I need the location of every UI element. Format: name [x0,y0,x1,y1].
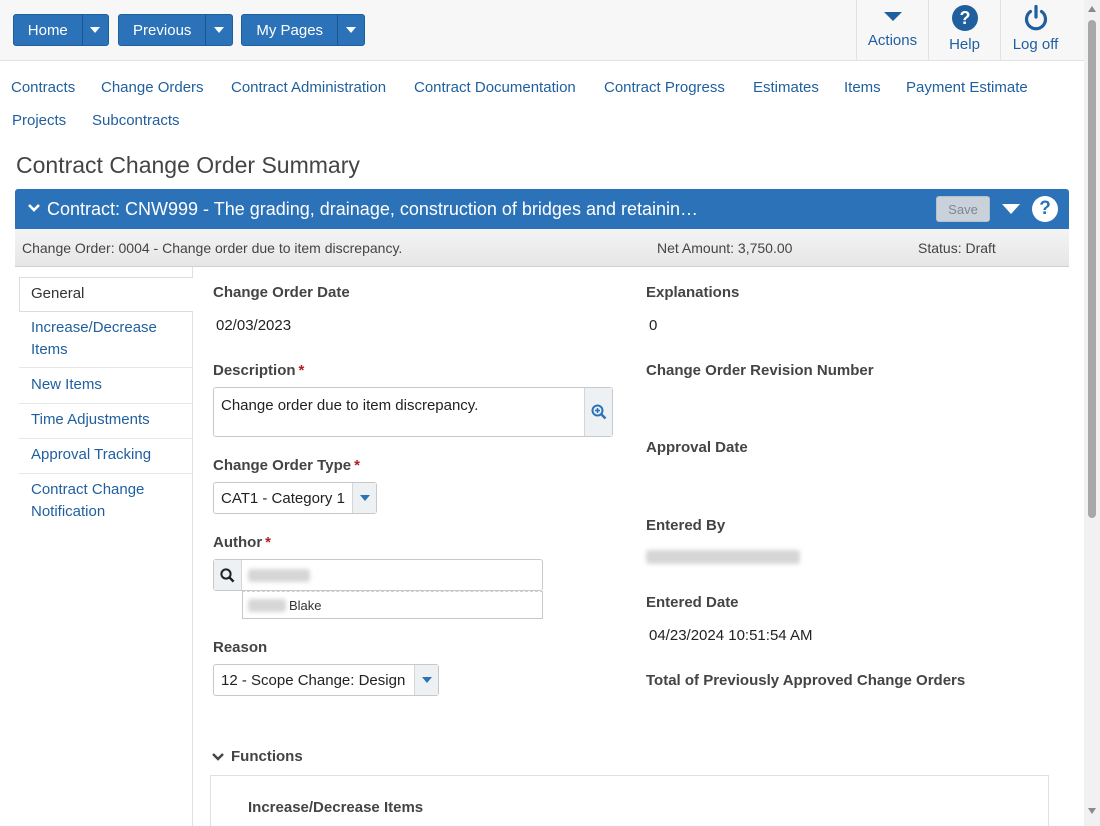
help-icon: ? [951,5,978,31]
reason-select[interactable]: 12 - Scope Change: Design [213,664,439,696]
change-order-type-select[interactable]: CAT1 - Category 1 [213,482,377,514]
explanations-value: 0 [649,317,658,334]
change-order-text: Change Order: 0004 - Change order due to… [22,240,403,256]
entered-date-label: Entered Date [646,594,739,611]
home-button[interactable]: Home [14,15,83,45]
mypages-menu-chevron-icon[interactable] [338,15,364,45]
actions-caret-icon [883,12,902,21]
bar-menu-caret-icon[interactable] [1002,204,1020,214]
tab-contract-change-notification[interactable]: Contract Change Notification [19,479,193,523]
save-button[interactable]: Save [936,196,990,222]
scrollbar-thumb[interactable] [1088,20,1096,518]
functions-heading: Functions [231,748,303,765]
power-icon [1024,4,1047,31]
redacted-entered-by [646,550,800,564]
nav-contracts[interactable]: Contracts [11,79,75,96]
description-textarea[interactable]: Change order due to item discrepancy. [213,387,613,437]
actions-button[interactable]: Actions [856,0,928,61]
description-label: Description * [213,362,304,379]
change-order-type-label-text: Change Order Type [213,457,352,474]
reason-value: 12 - Scope Change: Design [221,672,406,689]
nav-contract-documentation[interactable]: Contract Documentation [414,79,576,96]
net-amount-text: Net Amount: 3,750.00 [657,240,793,256]
author-label: Author * [213,534,271,551]
reason-label: Reason [213,639,268,656]
previous-split-button[interactable]: Previous [118,14,233,46]
previous-button[interactable]: Previous [119,15,207,45]
help-button[interactable]: ? Help [928,0,1000,61]
tab-new-items[interactable]: New Items [19,374,193,404]
top-toolbar: Home Previous My Pages Actions ? Help Lo… [0,0,1084,61]
logoff-button[interactable]: Log off [1000,0,1070,61]
nav-items[interactable]: Items [844,79,881,96]
entered-date-value: 04/23/2024 10:51:54 AM [649,627,813,644]
functions-section-header[interactable]: Functions [211,748,303,765]
home-split-button[interactable]: Home [13,14,109,46]
svg-text:?: ? [959,8,970,28]
scroll-down-icon[interactable] [1088,808,1096,814]
nav-subcontracts[interactable]: Subcontracts [92,112,180,129]
mypages-split-button[interactable]: My Pages [241,14,365,46]
previous-menu-chevron-icon[interactable] [206,15,232,45]
author-search-input[interactable] [213,559,543,591]
page-title: Contract Change Order Summary [16,152,360,178]
chevron-down-icon[interactable] [414,665,438,695]
tab-approval-tracking[interactable]: Approval Tracking [19,444,193,474]
logoff-label: Log off [1012,36,1059,53]
mypages-button[interactable]: My Pages [242,15,339,45]
revision-number-label: Change Order Revision Number [646,362,874,379]
vertical-scrollbar[interactable] [1084,0,1100,826]
entered-by-label: Entered By [646,517,726,534]
functions-panel: Increase/Decrease Items [210,775,1049,826]
search-icon[interactable] [214,560,242,590]
change-order-date-label: Change Order Date [213,284,350,301]
total-previous-approved-label: Total of Previously Approved Change Orde… [646,672,966,689]
description-label-text: Description [213,362,296,379]
change-order-summary-bar: Change Order: 0004 - Change order due to… [15,229,1069,267]
chevron-down-icon[interactable] [352,483,376,513]
tab-general[interactable]: General [19,277,193,312]
nav-change-orders[interactable]: Change Orders [101,79,204,96]
bar-help-icon[interactable]: ? [1032,196,1058,222]
scroll-up-icon[interactable] [1088,6,1096,12]
nav-contract-progress[interactable]: Contract Progress [604,79,725,96]
author-suggestion-text: Blake [289,598,322,613]
change-order-type-label: Change Order Type * [213,457,360,474]
required-asterisk: * [298,362,305,379]
author-suggestion-item[interactable]: Blake [242,591,543,619]
explanations-label: Explanations [646,284,740,301]
description-value[interactable]: Change order due to item discrepancy. [221,397,478,414]
function-increase-decrease-items[interactable]: Increase/Decrease Items [248,799,423,816]
nav-estimates[interactable]: Estimates [753,79,819,96]
status-text: Status: Draft [918,240,996,256]
approval-date-label: Approval Date [646,439,748,456]
collapse-chevron-icon[interactable] [27,201,41,215]
help-label: Help [949,36,980,53]
contract-header-bar: Contract: CNW999 - The grading, drainage… [15,189,1069,229]
zoom-in-icon[interactable] [584,388,612,436]
author-label-text: Author [213,534,263,551]
nav-payment-estimate[interactable]: Payment Estimate [906,79,1028,96]
required-asterisk: * [265,534,271,551]
home-menu-chevron-icon[interactable] [83,15,108,45]
redacted-first-name [248,599,286,612]
tab-increase-decrease-items[interactable]: Increase/Decrease Items [19,317,193,368]
tab-time-adjustments[interactable]: Time Adjustments [19,409,193,439]
change-order-date-value: 02/03/2023 [216,317,292,334]
nav-contract-administration[interactable]: Contract Administration [231,79,386,96]
redacted-author-value [248,569,310,582]
change-order-type-value: CAT1 - Category 1 [221,490,345,507]
actions-label: Actions [867,32,918,49]
required-asterisk: * [354,457,360,474]
contract-title: Contract: CNW999 - The grading, drainage… [47,199,699,219]
nav-projects[interactable]: Projects [12,112,66,129]
chevron-down-icon [212,752,224,761]
